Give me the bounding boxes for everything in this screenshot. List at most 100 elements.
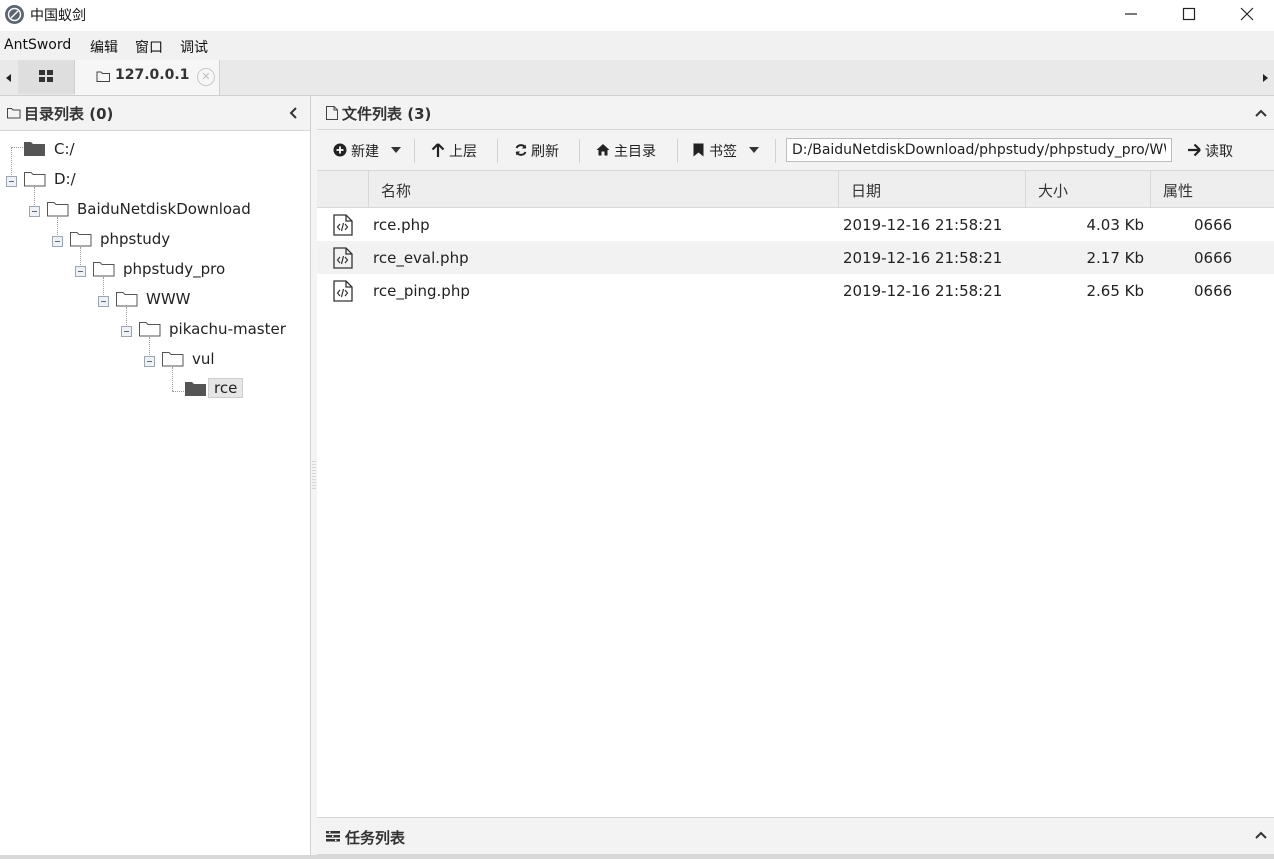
table-header: 名称 日期 大小 属性 bbox=[317, 171, 1274, 208]
caret-down-icon bbox=[391, 147, 401, 153]
folder-filled-icon bbox=[24, 142, 45, 156]
parent-directory-button[interactable]: 上层 bbox=[429, 130, 489, 170]
file-size: 2.17 Kb bbox=[1086, 249, 1144, 267]
path-input[interactable] bbox=[786, 138, 1172, 162]
folder-open-icon bbox=[116, 292, 138, 307]
chevron-up-icon[interactable] bbox=[1254, 828, 1268, 842]
tree-node-label: phpstudy bbox=[100, 230, 171, 248]
menu-edit[interactable]: 编辑 bbox=[90, 37, 118, 57]
new-button[interactable]: 新建 bbox=[331, 130, 411, 170]
column-header-date[interactable]: 日期 bbox=[839, 171, 1026, 207]
tree-node-c-drive[interactable]: C:/ bbox=[0, 138, 300, 164]
php-file-icon bbox=[333, 280, 353, 302]
table-row[interactable]: rce_eval.php 2019-12-16 21:58:21 2.17 Kb… bbox=[317, 241, 1274, 274]
grid-icon bbox=[39, 70, 53, 82]
tab-scroll-left-button[interactable] bbox=[0, 60, 18, 95]
menu-debug[interactable]: 调试 bbox=[180, 37, 208, 57]
task-list-icon bbox=[326, 831, 340, 842]
tree-node-baidunetdiskdownload[interactable]: BaiduNetdiskDownload bbox=[0, 198, 300, 224]
plus-circle-icon bbox=[333, 143, 347, 157]
folder-open-icon bbox=[93, 262, 115, 277]
file-attr: 0666 bbox=[1194, 216, 1233, 234]
minimize-button[interactable] bbox=[1102, 0, 1160, 28]
collapse-toggle-icon[interactable] bbox=[29, 206, 40, 217]
directory-panel-header: 目录列表 (0) bbox=[0, 96, 310, 131]
chevron-left-icon[interactable] bbox=[286, 105, 302, 121]
minimize-icon bbox=[1125, 13, 1137, 15]
collapse-toggle-icon[interactable] bbox=[121, 326, 132, 337]
tree-node-d-drive[interactable]: D:/ bbox=[0, 168, 300, 194]
folder-icon bbox=[96, 71, 110, 82]
home-directory-button[interactable]: 主目录 bbox=[595, 130, 670, 170]
tab-site-label: 127.0.0.1 bbox=[115, 67, 190, 83]
task-panel-header[interactable]: 任务列表 bbox=[317, 817, 1274, 855]
tab-bar: 127.0.0.1 ✕ bbox=[0, 60, 1274, 96]
bookmark-icon bbox=[693, 143, 704, 157]
caret-down-icon bbox=[749, 147, 759, 153]
tree-node-label: phpstudy_pro bbox=[123, 260, 226, 278]
chevron-up-icon[interactable] bbox=[1254, 106, 1268, 120]
file-date: 2019-12-16 21:58:21 bbox=[843, 249, 1003, 267]
tree-node-pikachu-master[interactable]: pikachu-master bbox=[0, 318, 300, 344]
file-name: rce.php bbox=[373, 216, 430, 234]
collapse-toggle-icon[interactable] bbox=[6, 176, 17, 187]
file-panel-header: 文件列表 (3) bbox=[317, 96, 1274, 130]
close-icon bbox=[1240, 7, 1254, 21]
tree-node-label: D:/ bbox=[54, 170, 76, 188]
tree-node-label: pikachu-master bbox=[169, 320, 286, 338]
file-date: 2019-12-16 21:58:21 bbox=[843, 282, 1003, 300]
file-table: 名称 日期 大小 属性 rce.php 2019-12-16 21:58:21 … bbox=[317, 171, 1274, 811]
collapse-toggle-icon[interactable] bbox=[52, 236, 63, 247]
tree-node-label: BaiduNetdiskDownload bbox=[77, 200, 251, 218]
tab-home[interactable] bbox=[18, 60, 75, 94]
directory-panel-title: 目录列表 (0) bbox=[24, 105, 114, 123]
collapse-toggle-icon[interactable] bbox=[75, 266, 86, 277]
column-header-icon bbox=[317, 171, 369, 207]
refresh-icon bbox=[515, 144, 527, 156]
file-panel-title: 文件列表 (3) bbox=[342, 105, 432, 123]
home-icon bbox=[596, 144, 610, 156]
maximize-icon bbox=[1182, 7, 1196, 21]
table-row[interactable]: rce.php 2019-12-16 21:58:21 4.03 Kb 0666 bbox=[317, 208, 1274, 241]
folder-filled-icon bbox=[185, 382, 206, 396]
close-button[interactable] bbox=[1218, 0, 1274, 28]
window-title: 中国蚁剑 bbox=[30, 8, 86, 24]
bookmark-button[interactable]: 书签 bbox=[692, 130, 772, 170]
tree-node-label-selected: rce bbox=[208, 378, 244, 398]
column-header-attr[interactable]: 属性 bbox=[1151, 171, 1274, 207]
file-toolbar: 新建 上层 刷新 主目录 书签 D:/BaiduNetdiskDownload/… bbox=[317, 130, 1274, 171]
column-header-size[interactable]: 大小 bbox=[1026, 171, 1151, 207]
folder-open-icon bbox=[162, 352, 184, 367]
php-file-icon bbox=[333, 247, 353, 269]
refresh-button[interactable]: 刷新 bbox=[512, 130, 572, 170]
tab-scroll-right-button[interactable] bbox=[1256, 60, 1274, 95]
tab-site[interactable]: 127.0.0.1 ✕ bbox=[75, 60, 220, 95]
menu-window[interactable]: 窗口 bbox=[135, 37, 163, 57]
tab-close-icon[interactable]: ✕ bbox=[197, 68, 215, 86]
tree-node-rce[interactable]: rce bbox=[0, 378, 300, 404]
tree-node-phpstudy-pro[interactable]: phpstudy_pro bbox=[0, 258, 300, 284]
collapse-toggle-icon[interactable] bbox=[144, 356, 155, 367]
file-size: 2.65 Kb bbox=[1086, 282, 1144, 300]
column-header-name[interactable]: 名称 bbox=[369, 171, 839, 207]
file-attr: 0666 bbox=[1194, 249, 1233, 267]
tree-node-www[interactable]: WWW bbox=[0, 288, 300, 314]
tree-node-label: C:/ bbox=[54, 140, 75, 158]
maximize-button[interactable] bbox=[1160, 0, 1218, 28]
collapse-toggle-icon[interactable] bbox=[98, 296, 109, 307]
menu-antsword[interactable]: AntSword bbox=[4, 37, 71, 53]
php-file-icon bbox=[333, 214, 353, 236]
arrow-up-icon bbox=[431, 143, 445, 157]
bottom-border bbox=[0, 855, 1274, 859]
tree-node-label: WWW bbox=[146, 290, 191, 308]
directory-panel: 目录列表 (0) C:/ D:/ BaiduNetdiskDownload ph… bbox=[0, 96, 311, 859]
task-panel-title: 任务列表 bbox=[345, 829, 406, 847]
tree-node-phpstudy[interactable]: phpstudy bbox=[0, 228, 300, 254]
file-name: rce_eval.php bbox=[373, 249, 469, 267]
file-attr: 0666 bbox=[1194, 282, 1233, 300]
tree-node-label: vul bbox=[192, 350, 215, 368]
tree-node-vul[interactable]: vul bbox=[0, 348, 300, 374]
folder-open-icon bbox=[24, 172, 46, 187]
table-row[interactable]: rce_ping.php 2019-12-16 21:58:21 2.65 Kb… bbox=[317, 274, 1274, 307]
read-button[interactable]: 读取 bbox=[1187, 130, 1247, 170]
